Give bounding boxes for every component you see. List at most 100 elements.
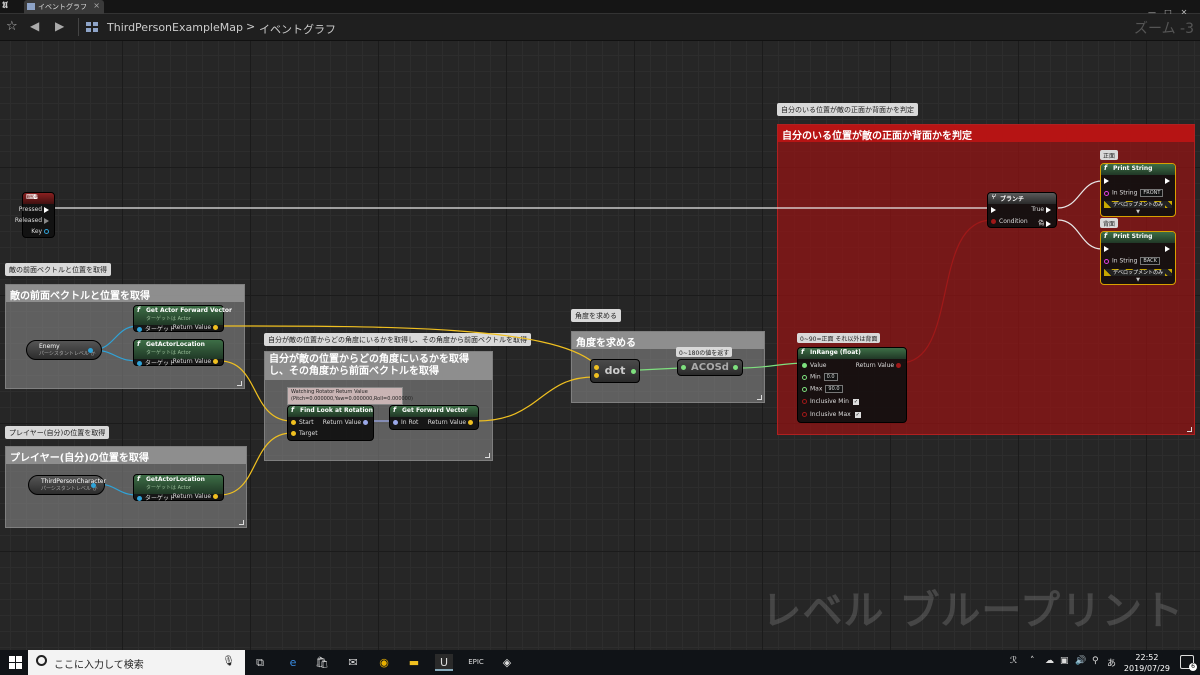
min-input[interactable]: 0.0 bbox=[823, 373, 838, 381]
node-get-actor-forward-vector[interactable]: f Get Actor Forward Vector ターゲットは Actor ター… bbox=[133, 305, 232, 333]
node-enemy-variable[interactable]: Enemy パーシスタントレベル か bbox=[26, 340, 102, 360]
max-input[interactable]: 90.0 bbox=[825, 385, 843, 393]
comment-bubble-acos[interactable]: 0~180の値を返す bbox=[676, 347, 733, 357]
pin-key[interactable]: Key bbox=[31, 228, 52, 235]
pin-inclusive-min[interactable]: Inclusive Min ✓ bbox=[802, 398, 859, 405]
node-get-actor-location-player[interactable]: f GetActorLocation ターゲットは Actor ターゲット Retu… bbox=[133, 474, 224, 502]
pin-true[interactable]: True bbox=[1031, 206, 1054, 213]
taskbar-clock[interactable]: 22:52 2019/07/29 bbox=[1124, 652, 1170, 674]
inclusive-min-checkbox[interactable]: ✓ bbox=[852, 398, 859, 405]
pin-exec-out[interactable] bbox=[1165, 245, 1173, 252]
comment-bubble-front[interactable]: 正面 bbox=[1100, 150, 1119, 160]
star-icon[interactable]: ☆ bbox=[6, 19, 18, 34]
people-icon[interactable]: ℛ bbox=[1010, 656, 1017, 666]
camera-icon[interactable]: ▣ bbox=[1060, 656, 1069, 666]
pin-return-value[interactable]: Return Value bbox=[428, 419, 476, 426]
unreal-icon[interactable]: U bbox=[435, 654, 453, 671]
node-g-key-event[interactable]: ⌨ G Pressed Released Key bbox=[15, 192, 55, 238]
pin-inclusive-max[interactable]: Inclusive Max ✓ bbox=[802, 411, 861, 418]
explorer-icon[interactable]: ▬ bbox=[405, 654, 423, 671]
chevron-up-icon[interactable]: ˄ bbox=[1030, 656, 1035, 666]
app-icon[interactable]: ◈ bbox=[498, 654, 516, 671]
breadcrumb-graph[interactable]: イベントグラフ bbox=[259, 21, 336, 37]
rotator-pin-icon bbox=[363, 420, 368, 425]
bool-pin-icon bbox=[991, 219, 996, 224]
speaker-icon[interactable]: 🔊 bbox=[1075, 656, 1086, 666]
pin-return-value[interactable]: Return Value bbox=[323, 419, 371, 426]
vector-pin-icon[interactable] bbox=[594, 373, 599, 378]
pin-start[interactable]: Start bbox=[291, 419, 314, 426]
pin-released[interactable]: Released bbox=[15, 217, 52, 224]
network-icon[interactable]: ⚲ bbox=[1092, 656, 1099, 666]
node-print-string-front[interactable]: f Print String In String FRONT デベロップメントのみ ▼ bbox=[1100, 163, 1176, 217]
epic-icon[interactable]: EPIC bbox=[467, 654, 485, 671]
pin-return-value[interactable]: Return Value bbox=[856, 362, 904, 369]
vector-pin-icon[interactable] bbox=[594, 365, 599, 370]
pin-return-value[interactable]: Return Value bbox=[173, 493, 221, 500]
taskbar-search-box[interactable]: ここに入力して検索 🎙 bbox=[28, 650, 245, 675]
node-branch[interactable]: ⑂ ブランチ Condition True 偽 bbox=[987, 192, 1057, 228]
pin-target[interactable]: ターゲット bbox=[137, 324, 175, 333]
pin-return-value[interactable]: Return Value bbox=[173, 324, 221, 331]
object-pin-icon[interactable] bbox=[88, 348, 93, 353]
store-icon[interactable]: 🛍 bbox=[313, 654, 331, 671]
pin-max[interactable]: Max 90.0 bbox=[802, 385, 843, 393]
pin-condition[interactable]: Condition bbox=[991, 218, 1028, 225]
mic-icon[interactable]: 🎙 bbox=[222, 656, 235, 667]
node-print-string-back[interactable]: f Print String In String BACK デベロップメントのみ ▼ bbox=[1100, 231, 1176, 285]
mail-icon[interactable]: ✉ bbox=[344, 654, 362, 671]
chrome-icon[interactable]: ◉ bbox=[375, 654, 393, 671]
in-string-input[interactable]: FRONT bbox=[1140, 189, 1164, 197]
pin-exec-in[interactable] bbox=[1104, 245, 1112, 252]
pin-target[interactable]: ターゲット bbox=[137, 493, 175, 502]
unreal-logo-icon[interactable]: 𝖀 bbox=[2, 1, 8, 11]
float-pin-icon[interactable] bbox=[681, 365, 686, 370]
blueprint-graph-canvas[interactable]: 敵の前面ベクトルと位置を取得 敵の前面ベクトルと位置を取得 プレイヤー(自分)の… bbox=[0, 41, 1200, 650]
watch-value-bubble: Watching Rotator Return Value (Pitch=0.0… bbox=[287, 387, 413, 405]
comment-bubble-inrange[interactable]: 0~90=正面 それ以外は背面 bbox=[797, 333, 881, 343]
notification-icon[interactable]: 6 bbox=[1180, 655, 1197, 671]
pin-in-string[interactable]: In String BACK bbox=[1104, 257, 1160, 265]
node-thirdpersoncharacter-variable[interactable]: ThirdPersonCharacter パーシスタントレベル か bbox=[28, 475, 106, 495]
pin-exec-in[interactable] bbox=[1104, 177, 1112, 184]
float-pin-icon[interactable] bbox=[631, 369, 636, 374]
inclusive-max-checkbox[interactable]: ✓ bbox=[854, 411, 861, 418]
node-title: GetActorLocation bbox=[146, 341, 205, 348]
comment-bubble-back[interactable]: 背面 bbox=[1100, 218, 1119, 228]
pin-min[interactable]: Min 0.0 bbox=[802, 373, 838, 381]
forward-arrow-icon[interactable]: ▶ bbox=[55, 19, 64, 33]
node-header: f Print String bbox=[1101, 232, 1175, 243]
pin-target[interactable]: Target bbox=[291, 430, 318, 437]
pin-in-rot[interactable]: In Rot bbox=[393, 419, 418, 426]
pin-false[interactable]: 偽 bbox=[1038, 218, 1054, 227]
expand-chevron-icon[interactable]: ▼ bbox=[1101, 277, 1175, 283]
close-tab-icon[interactable]: × bbox=[93, 1, 100, 10]
node-get-forward-vector[interactable]: f Get Forward Vector In Rot Return Value bbox=[389, 405, 479, 430]
back-arrow-icon[interactable]: ◀ bbox=[30, 19, 39, 33]
pin-in-string[interactable]: In String FRONT bbox=[1104, 189, 1164, 197]
object-pin-icon[interactable] bbox=[91, 483, 96, 488]
pin-exec-in[interactable] bbox=[991, 206, 999, 213]
breadcrumb-map[interactable]: ThirdPersonExampleMap bbox=[107, 21, 243, 34]
ime-icon[interactable]: あ bbox=[1107, 656, 1116, 669]
float-pin-icon[interactable] bbox=[733, 365, 738, 370]
pin-label: ターゲット bbox=[145, 326, 176, 333]
pin-value[interactable]: Value bbox=[802, 362, 826, 369]
pin-pressed[interactable]: Pressed bbox=[19, 206, 52, 213]
node-find-look-at-rotation[interactable]: f Find Look at Rotation Start Target Retu… bbox=[287, 405, 374, 441]
cloud-icon[interactable]: ☁ bbox=[1045, 656, 1054, 666]
pin-return-value[interactable]: Return Value bbox=[173, 358, 221, 365]
pin-exec-out[interactable] bbox=[1165, 177, 1173, 184]
in-string-input[interactable]: BACK bbox=[1140, 257, 1160, 265]
vector-pin-icon bbox=[213, 325, 218, 330]
windows-start-icon[interactable] bbox=[9, 656, 22, 669]
expand-chevron-icon[interactable]: ▼ bbox=[1101, 209, 1175, 215]
node-inrange-float[interactable]: f InRange (float) Value Min 0.0 Max 90.0 In… bbox=[797, 347, 907, 423]
edge-icon[interactable]: e bbox=[284, 654, 302, 671]
node-acosd[interactable]: ACOSd bbox=[677, 359, 743, 376]
task-view-icon[interactable]: ⧉ bbox=[251, 654, 269, 671]
node-get-actor-location-enemy[interactable]: f GetActorLocation ターゲットは Actor ターゲット Retu… bbox=[133, 339, 224, 367]
pin-target[interactable]: ターゲット bbox=[137, 358, 175, 367]
tab-event-graph[interactable]: イベントグラフ × bbox=[24, 0, 104, 14]
node-dot-product[interactable]: dot bbox=[590, 359, 640, 383]
